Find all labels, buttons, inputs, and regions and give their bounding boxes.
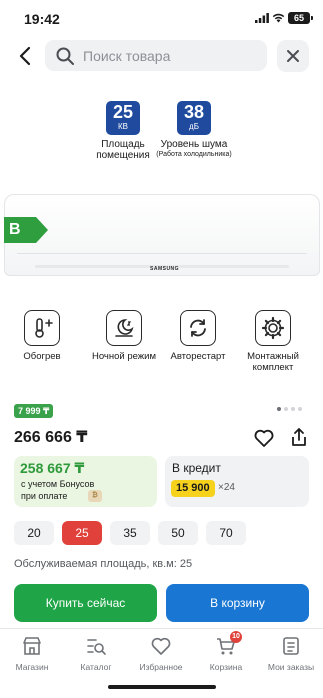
spec-area-label: Площадь помещения <box>96 139 150 161</box>
store-icon <box>23 637 41 655</box>
feature-autorestart: Авторестарт <box>163 310 233 362</box>
feature-night-mode: Ночной режим <box>89 310 159 362</box>
battery-tip <box>311 16 313 20</box>
feature-label: Монтажный комплект <box>247 351 299 373</box>
favorite-button[interactable] <box>253 427 275 449</box>
wifi-icon <box>272 13 285 23</box>
share-icon <box>292 428 306 446</box>
tab-label: Избранное <box>139 662 183 672</box>
battery-level: 65 <box>288 12 310 24</box>
status-time: 19:42 <box>24 11 60 27</box>
feature-mounting-kit: Монтажный комплект <box>238 310 308 373</box>
brand-logo: SAMSUNG <box>150 266 180 272</box>
spec-noise-label: Уровень шума <box>160 139 228 150</box>
chevron-left-icon <box>19 46 31 66</box>
spec-noise: 38 дБ Уровень шума (Работа холодильника) <box>153 101 235 159</box>
search-icon <box>56 47 74 65</box>
search-bar[interactable] <box>45 40 267 71</box>
tab-store[interactable]: Магазин <box>0 635 64 672</box>
bonus-tag: 7 999 ₸ <box>14 404 54 418</box>
product-price: 266 666 ₸ <box>14 429 88 446</box>
bonus-price: 258 667 ₸ <box>20 460 85 476</box>
catalog-icon <box>87 639 106 655</box>
feature-heating: Обогрев <box>7 310 77 362</box>
night-mode-icon <box>106 310 142 346</box>
tab-label: Корзина <box>209 662 243 672</box>
spec-area: 25 КВ Площадь помещения <box>88 101 158 161</box>
ac-panel-line <box>17 253 307 254</box>
bonus-coin-icon: ₿ <box>88 490 102 502</box>
close-icon <box>287 50 299 62</box>
energy-class-badge: B <box>4 217 48 243</box>
bonus-note-line2: при оплате <box>21 491 68 501</box>
feature-label: Авторестарт <box>170 351 226 362</box>
spec-noise-sub: (Работа холодильника) <box>156 151 232 158</box>
search-input[interactable] <box>83 47 253 64</box>
energy-class-label: B <box>9 221 21 238</box>
status-bar: 19:42 65 <box>0 0 323 38</box>
credit-card[interactable]: В кредит 15 900 ×24 <box>165 456 309 507</box>
cellular-signal-icon <box>255 13 269 23</box>
gear-icon <box>255 310 291 346</box>
tab-favorites[interactable]: Избранное <box>129 635 193 672</box>
tab-label: Магазин <box>15 662 49 672</box>
feature-label: Ночной режим <box>91 351 156 362</box>
spec-noise-badge: 38 дБ <box>177 101 211 135</box>
area-option[interactable]: 20 <box>14 521 54 545</box>
bonus-note-line1: с учетом Бонусов <box>21 479 95 489</box>
back-button[interactable] <box>14 45 36 67</box>
feature-label: Обогрев <box>23 351 61 362</box>
add-to-cart-button[interactable]: В корзину <box>166 584 309 622</box>
credit-months: ×24 <box>218 482 235 493</box>
tab-label: Мои заказы <box>267 662 315 672</box>
heart-icon <box>254 429 274 447</box>
product-image[interactable]: SAMSUNG <box>0 186 323 290</box>
close-button[interactable] <box>277 40 309 72</box>
buy-now-button[interactable]: Купить сейчас <box>14 584 157 622</box>
orders-icon <box>283 637 299 655</box>
credit-amount: 15 900 <box>171 480 215 497</box>
credit-title: В кредит <box>172 461 221 475</box>
area-label: Обслуживаемая площадь, кв.м: 25 <box>14 558 193 570</box>
air-conditioner-unit: SAMSUNG <box>4 194 320 276</box>
bonus-price-card[interactable]: 258 667 ₸ с учетом Бонусов при оплате ₿ <box>14 456 157 507</box>
tab-cart[interactable]: 10 Корзина <box>194 631 258 672</box>
area-option-selected[interactable]: 25 <box>62 521 102 545</box>
heart-icon <box>151 637 171 655</box>
spec-area-badge: 25 КВ <box>106 101 140 135</box>
carousel-dots <box>277 407 302 411</box>
home-indicator <box>108 685 216 689</box>
tab-catalog[interactable]: Каталог <box>64 635 128 672</box>
area-option[interactable]: 35 <box>110 521 150 545</box>
area-option[interactable]: 50 <box>158 521 198 545</box>
spec-area-value: 25 <box>112 102 134 122</box>
spec-area-unit: КВ <box>118 122 128 131</box>
tab-orders[interactable]: Мои заказы <box>259 635 323 672</box>
share-button[interactable] <box>288 426 310 448</box>
tab-label: Каталог <box>80 662 112 672</box>
cart-count-badge: 10 <box>230 631 242 643</box>
spec-noise-unit: дБ <box>189 122 199 131</box>
spec-noise-value: 38 <box>183 102 205 122</box>
restart-icon <box>180 310 216 346</box>
area-option[interactable]: 70 <box>206 521 246 545</box>
thermometer-plus-icon <box>24 310 60 346</box>
